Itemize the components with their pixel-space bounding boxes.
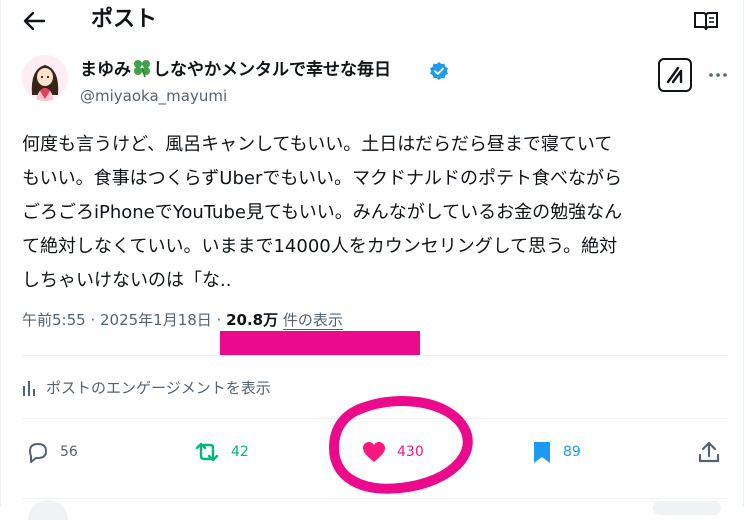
author-name-text: まゆみ bbox=[80, 60, 131, 80]
grok-icon bbox=[666, 66, 683, 84]
verified-icon bbox=[430, 62, 448, 80]
reader-mode-icon bbox=[694, 12, 718, 31]
reply-composer-avatar bbox=[28, 500, 68, 520]
view-engagement-link[interactable]: ポストのエンゲージメントを表示 bbox=[22, 376, 271, 400]
avatar-illustration bbox=[22, 55, 68, 101]
bookmark-count: 89 bbox=[563, 444, 581, 460]
post-meta: 午前5:55 · 2025年1月18日 · 20.8万 件の表示 bbox=[22, 308, 343, 332]
grok-button[interactable] bbox=[658, 58, 692, 92]
author-handle[interactable]: @miyaoka_mayumi bbox=[80, 85, 227, 107]
author-name[interactable]: まゆみ しなやかメンタルで幸せな毎日 bbox=[80, 58, 391, 82]
share-icon bbox=[698, 441, 720, 463]
divider-bottom bbox=[22, 498, 728, 499]
verified-badge[interactable] bbox=[429, 61, 449, 81]
retweet-count: 42 bbox=[231, 444, 249, 460]
views-count: 20.8万 bbox=[226, 311, 279, 329]
post-text: 何度も言うけど、風呂キャンしてもいい。土日はだらだら昼まで寝ていて もいい。食事… bbox=[22, 134, 623, 291]
arrow-left-icon bbox=[23, 11, 46, 31]
top-header: ポスト bbox=[0, 0, 744, 42]
page-title: ポスト bbox=[91, 7, 158, 32]
clover-icon bbox=[134, 60, 150, 78]
analytics-icon bbox=[23, 381, 35, 396]
divider-top bbox=[22, 355, 728, 356]
reply-count: 56 bbox=[60, 444, 78, 460]
views-label: 件の表示 bbox=[282, 311, 343, 330]
bookmark-button[interactable]: 89 bbox=[531, 438, 581, 466]
share-button[interactable] bbox=[697, 438, 731, 466]
reply-composer-button[interactable] bbox=[653, 501, 721, 515]
annotation-circle bbox=[328, 396, 473, 494]
back-button[interactable] bbox=[22, 9, 48, 33]
annotation-highlight-bar bbox=[220, 331, 420, 356]
reader-mode-button[interactable] bbox=[693, 9, 719, 33]
more-button[interactable] bbox=[707, 64, 729, 86]
left-border bbox=[0, 0, 1, 506]
more-icon bbox=[709, 73, 727, 77]
retweet-icon bbox=[195, 442, 219, 462]
retweet-button[interactable]: 42 bbox=[193, 438, 249, 466]
reply-button[interactable]: 56 bbox=[26, 438, 78, 466]
post-timestamp[interactable]: 午前5:55 · 2025年1月18日 · bbox=[22, 311, 226, 329]
bookmark-icon bbox=[534, 442, 550, 463]
view-engagement-label: ポストのエンゲージメントを表示 bbox=[46, 379, 271, 397]
reply-icon bbox=[29, 443, 47, 463]
avatar[interactable] bbox=[22, 55, 68, 101]
author-name-rest: しなやかメンタルで幸せな毎日 bbox=[153, 60, 391, 80]
